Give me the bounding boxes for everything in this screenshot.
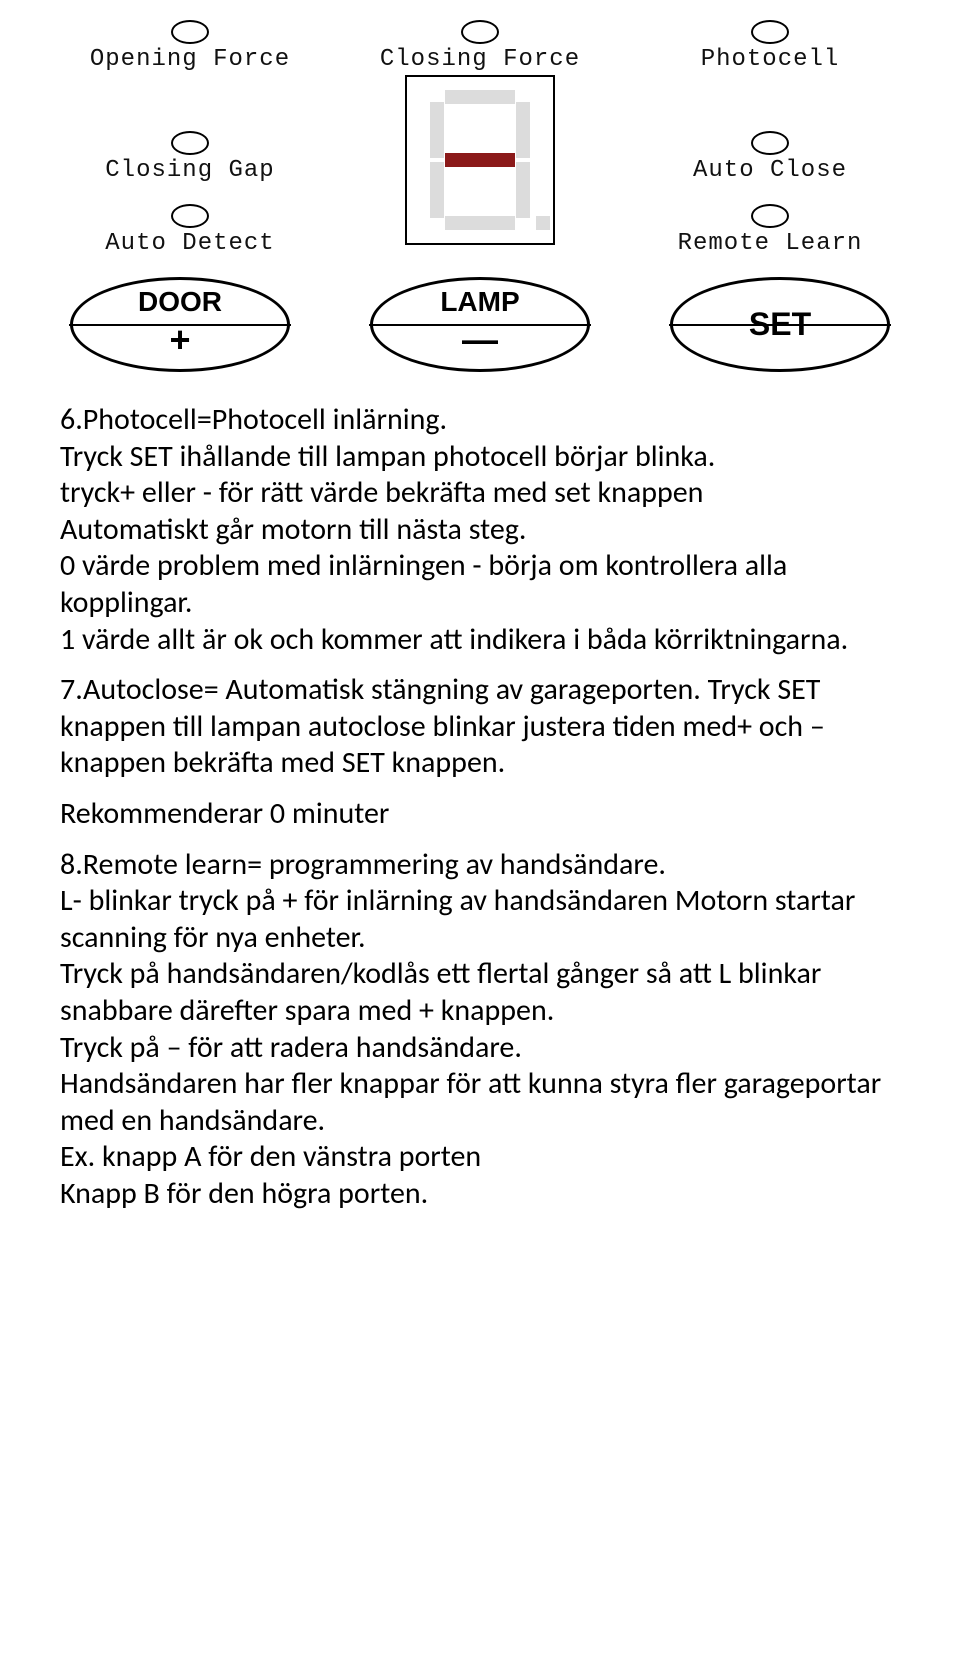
- control-panel-diagram: Opening Force Closing Force Phot: [60, 20, 900, 372]
- led-photocell: Photocell: [640, 20, 900, 73]
- led-label-remote-learn: Remote Learn: [678, 230, 863, 257]
- led-remote-learn: Remote Learn: [640, 204, 900, 257]
- lamp-button-label: LAMP: [440, 286, 519, 318]
- door-button-label: DOOR: [138, 286, 222, 318]
- minus-icon: —: [462, 322, 498, 358]
- paragraph-8: 8.Remote learn= programmering av handsän…: [60, 847, 900, 1213]
- led-icon: [171, 20, 209, 44]
- led-closing-force: Closing Force: [350, 20, 610, 245]
- paragraph-7: 7.Autoclose= Automatisk stängning av gar…: [60, 672, 900, 782]
- plus-icon: +: [169, 322, 190, 358]
- led-auto-detect: Auto Detect: [60, 204, 320, 257]
- led-icon: [751, 204, 789, 228]
- led-icon: [171, 131, 209, 155]
- led-icon: [751, 131, 789, 155]
- led-icon: [461, 20, 499, 44]
- lamp-minus-button[interactable]: LAMP —: [370, 277, 590, 372]
- led-label-opening-force: Opening Force: [90, 46, 290, 73]
- paragraph-recommend: Rekommenderar 0 minuter: [60, 796, 900, 833]
- led-auto-close: Auto Close: [640, 131, 900, 184]
- led-closing-gap: Closing Gap: [60, 131, 320, 184]
- seven-segment-display: [405, 75, 555, 245]
- led-label-auto-detect: Auto Detect: [105, 230, 274, 257]
- led-opening-force: Opening Force: [60, 20, 320, 73]
- document-body: 6.Photocell=Photocell inlärning. Tryck S…: [60, 402, 900, 1212]
- seven-segment-icon: [430, 90, 530, 230]
- paragraph-6: 6.Photocell=Photocell inlärning. Tryck S…: [60, 402, 900, 658]
- door-plus-button[interactable]: DOOR +: [70, 277, 290, 372]
- led-icon: [171, 204, 209, 228]
- led-label-auto-close: Auto Close: [693, 157, 847, 184]
- led-label-closing-force: Closing Force: [380, 46, 580, 73]
- led-label-closing-gap: Closing Gap: [105, 157, 274, 184]
- led-label-photocell: Photocell: [701, 46, 840, 73]
- set-button[interactable]: SET: [670, 277, 890, 372]
- led-icon: [751, 20, 789, 44]
